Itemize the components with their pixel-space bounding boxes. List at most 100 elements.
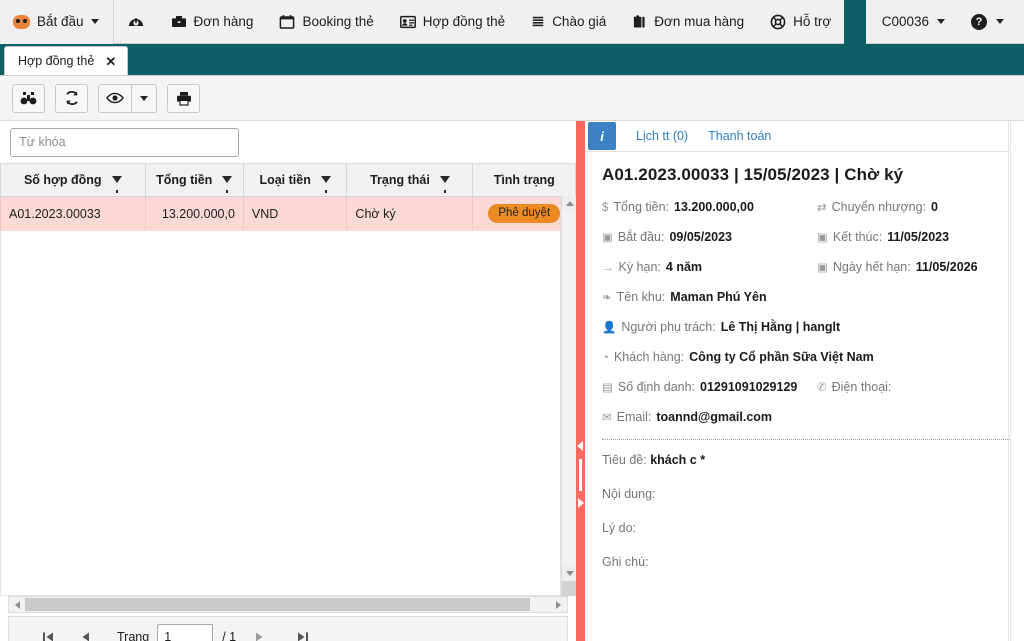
note-label: Tiêu đề: — [602, 453, 647, 467]
lich-tt-tab[interactable]: Lịch tt (0) — [636, 129, 688, 143]
tab-hop-dong-the[interactable]: Hợp đồng thẻ ✕ — [4, 46, 129, 75]
top-navigation-bar: Bắt đầu Đơn hàng Booking thẻ Hợp đồng thẻ C… — [0, 0, 1024, 44]
filter-icon[interactable] — [439, 176, 450, 194]
grid-vertical-scrollbar[interactable] — [561, 196, 577, 596]
first-page-button[interactable] — [29, 617, 67, 641]
table-body: A01.2023.00033 13.200.000,0 VND Chờ ký Phê d… — [0, 196, 576, 232]
column-label: Trạng thái — [370, 172, 430, 187]
refresh-icon — [65, 91, 78, 105]
column-header-4[interactable]: Tình trạng — [472, 164, 576, 197]
collapse-right-icon[interactable] — [578, 498, 584, 508]
column-header-2[interactable]: Loại tiền — [242, 164, 348, 197]
start-menu-button[interactable]: Bắt đầu — [0, 0, 114, 44]
nav-item-chao-gia[interactable]: Chào giá — [518, 0, 619, 44]
scroll-up-button[interactable] — [562, 196, 577, 211]
detail-vertical-scrollbar[interactable] — [1010, 121, 1024, 641]
mail-icon: ✉ — [602, 412, 612, 424]
nav-item-don-hang[interactable]: Đơn hàng — [158, 0, 267, 44]
field-row: 👤 Người phụ trách: Lê Thị Hằng | hanglt — [602, 319, 1010, 336]
collapse-left-icon[interactable] — [577, 441, 583, 451]
nav-item-ho-tro[interactable]: Hỗ trợ — [757, 0, 844, 44]
field-2-secondary: ▣ Ngày hết hạn: 11/05/2026 — [817, 259, 978, 276]
refresh-button[interactable] — [55, 83, 88, 113]
field-label: Email: — [616, 410, 652, 424]
account-menu-button[interactable]: C00036 — [870, 0, 957, 44]
next-page-icon — [256, 632, 263, 641]
data-grid: Số hợp đồng Tổng tiền Loại tiền Trạng thái T… — [0, 164, 577, 596]
help-menu-button[interactable]: ? — [957, 0, 1014, 44]
nav-menu-items: Đơn hàng Booking thẻ Hợp đồng thẻ Chào giá Đ… — [114, 0, 845, 44]
field-row: ❧ Tên khu: Maman Phú Yên — [602, 289, 1010, 306]
first-page-icon — [43, 632, 53, 641]
next-page-button[interactable] — [240, 617, 278, 641]
lifebuoy-icon — [770, 14, 786, 29]
last-page-button[interactable] — [284, 617, 322, 641]
calendar-icon: ▣ — [817, 232, 828, 244]
column-header-1[interactable]: Tổng tiền — [144, 164, 244, 197]
field-value: Lê Thị Hằng | hanglt — [720, 320, 841, 334]
print-button[interactable] — [167, 83, 200, 113]
nav-item-label: Hỗ trợ — [793, 14, 832, 29]
arrow-right-icon: → — [602, 262, 614, 274]
nav-item-label: Booking thẻ — [302, 14, 374, 29]
field-row: $ Tổng tiền: 13.200.000,00 ⇄ Chuyển nhượng: 0 — [602, 199, 1010, 216]
detail-tab-bar: i Lịch tt (0) Thanh toán — [585, 121, 1024, 152]
tab-strip: Hợp đồng thẻ ✕ — [0, 44, 1024, 75]
scroll-down-button[interactable] — [562, 566, 577, 581]
close-icon[interactable]: ✕ — [105, 55, 116, 68]
note-label: Nội dung: — [602, 487, 656, 501]
prev-page-button[interactable] — [67, 617, 105, 641]
chevron-down-icon — [140, 95, 148, 101]
scroll-thumb[interactable] — [25, 598, 530, 611]
note-label: Ghi chú: — [602, 555, 649, 569]
detail-title: A01.2023.00033 | 15/05/2023 | Chờ ký — [602, 165, 904, 184]
column-label: Tình trạng — [493, 172, 555, 187]
nav-item-don-mua-hang[interactable]: Đơn mua hàng — [619, 0, 757, 44]
chevron-down-icon — [937, 19, 945, 24]
table-row[interactable]: A01.2023.00033 13.200.000,0 VND Chờ ký Phê d… — [0, 196, 576, 232]
column-header-0[interactable]: Số hợp đồng — [0, 164, 146, 197]
info-tab[interactable]: i — [588, 122, 616, 150]
thanh-toan-tab[interactable]: Thanh toán — [708, 129, 771, 143]
field-label: Tổng tiền: — [613, 200, 669, 214]
chevron-down-icon — [90, 19, 99, 24]
view-button[interactable] — [98, 83, 131, 113]
binoculars-icon — [20, 91, 37, 104]
filter-icon[interactable] — [320, 176, 331, 194]
field-label: Kết thúc: — [832, 230, 883, 244]
field-label: Chuyển nhượng: — [831, 200, 927, 214]
field-value: toannd@gmail.com — [656, 410, 773, 424]
scroll-thumb[interactable] — [562, 581, 577, 596]
last-page-icon — [298, 632, 309, 641]
scroll-right-button[interactable] — [550, 597, 566, 612]
field-value: 4 năm — [665, 260, 703, 274]
search-binoculars-button[interactable] — [12, 83, 45, 113]
field-6-primary: ▤ Số định danh: 01291091029129 — [602, 379, 817, 396]
pagination-bar: Trang / 1 — [8, 616, 568, 641]
page-number-input[interactable] — [157, 624, 214, 641]
field-value: 11/05/2023 — [887, 230, 950, 244]
pane-splitter[interactable] — [576, 121, 585, 641]
search-input[interactable] — [10, 127, 239, 157]
detail-pane-divider — [1008, 121, 1009, 641]
grid-horizontal-scrollbar[interactable] — [8, 596, 568, 613]
nav-item-dashboard[interactable] — [114, 0, 158, 44]
splitter-grip[interactable] — [579, 459, 582, 491]
nav-item-booking-the[interactable]: Booking thẻ — [266, 0, 386, 44]
filter-icon[interactable] — [111, 176, 122, 194]
bag-icon — [634, 14, 645, 27]
note-row-2: Lý do: — [602, 521, 1010, 535]
column-header-3[interactable]: Trạng thái — [346, 164, 474, 197]
field-label: Tên khu: — [616, 290, 666, 304]
dashboard-icon — [128, 17, 143, 26]
view-dropdown-button[interactable] — [131, 83, 157, 113]
view-button-group — [98, 83, 157, 113]
transfer-icon: ⇄ — [817, 202, 827, 214]
triangle-left-icon — [14, 600, 20, 609]
note-row-1: Nội dung: — [602, 487, 1010, 501]
filter-icon[interactable] — [222, 176, 233, 194]
cell-so-hop-dong: A01.2023.00033 — [0, 196, 146, 232]
toolbar — [0, 76, 1024, 121]
nav-item-hop-dong-the[interactable]: Hợp đồng thẻ — [387, 0, 518, 44]
scroll-left-button[interactable] — [9, 597, 25, 612]
